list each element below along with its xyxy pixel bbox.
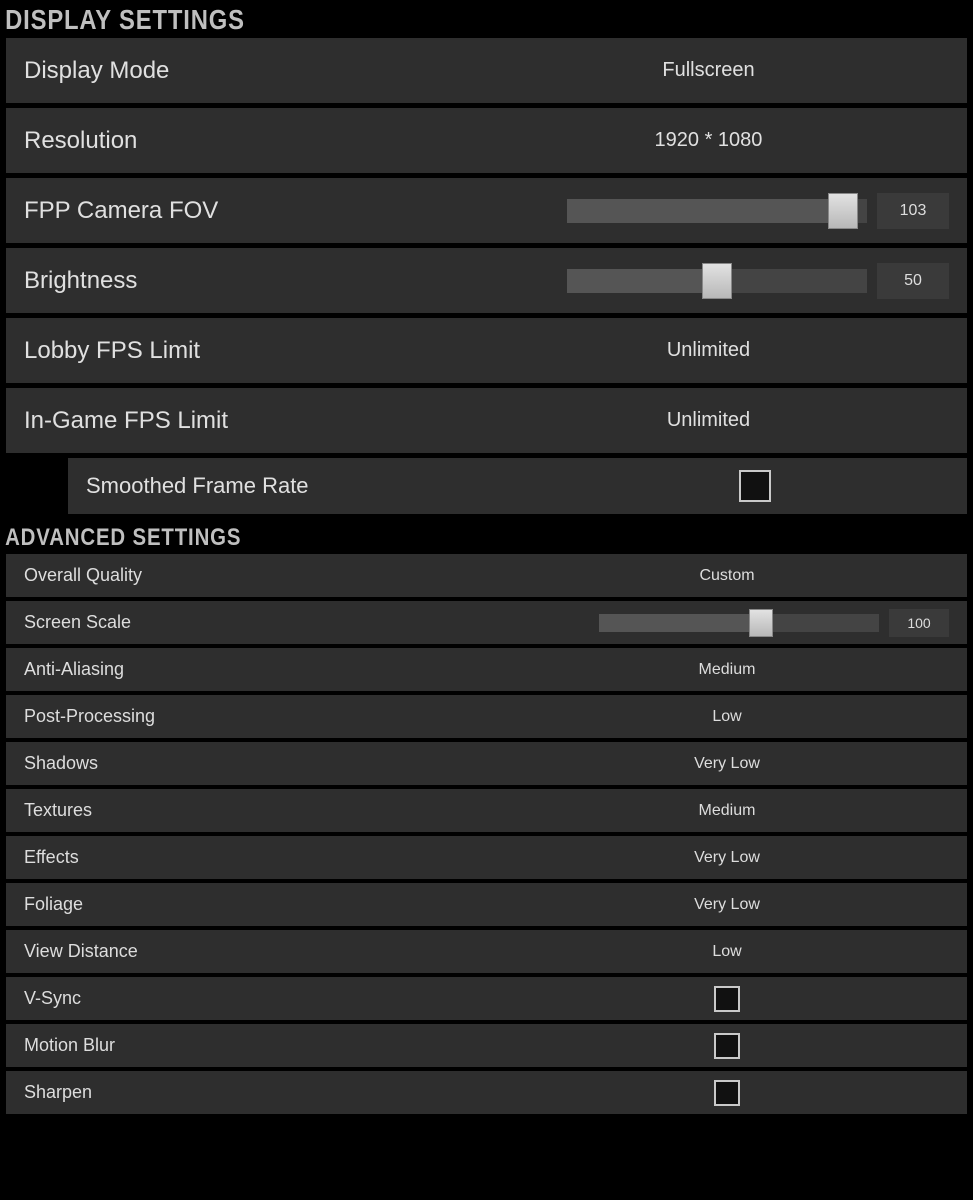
- foliage-label: Foliage: [24, 894, 505, 915]
- brightness-row: Brightness 50: [6, 248, 967, 314]
- fov-slider-thumb[interactable]: [828, 193, 858, 229]
- brightness-label: Brightness: [24, 267, 468, 295]
- post-processing-label: Post-Processing: [24, 706, 505, 727]
- textures-value: Medium: [699, 802, 756, 820]
- fov-value-box[interactable]: 103: [877, 193, 949, 229]
- advanced-settings-header: ADVANCED SETTINGS: [0, 518, 827, 554]
- vsync-label: V-Sync: [24, 988, 505, 1009]
- post-processing-row[interactable]: Post-Processing Low: [6, 695, 967, 739]
- effects-label: Effects: [24, 847, 505, 868]
- game-fps-label: In-Game FPS Limit: [24, 407, 468, 435]
- smoothed-frame-checkbox[interactable]: [739, 470, 771, 502]
- anti-aliasing-label: Anti-Aliasing: [24, 659, 505, 680]
- screen-scale-value-box[interactable]: 100: [889, 609, 949, 637]
- view-distance-value: Low: [712, 943, 741, 961]
- vsync-row[interactable]: V-Sync: [6, 977, 967, 1021]
- resolution-label: Resolution: [24, 127, 468, 155]
- screen-scale-row: Screen Scale 100: [6, 601, 967, 645]
- sharpen-label: Sharpen: [24, 1082, 505, 1103]
- foliage-row[interactable]: Foliage Very Low: [6, 883, 967, 927]
- screen-scale-label: Screen Scale: [24, 612, 505, 633]
- anti-aliasing-value: Medium: [699, 661, 756, 679]
- screen-scale-slider-fill: [599, 614, 761, 632]
- game-fps-value: Unlimited: [667, 409, 750, 432]
- fov-row: FPP Camera FOV 103: [6, 178, 967, 244]
- smoothed-frame-row[interactable]: Smoothed Frame Rate: [68, 458, 967, 514]
- brightness-value-box[interactable]: 50: [877, 263, 949, 299]
- brightness-slider[interactable]: [567, 269, 867, 293]
- foliage-value: Very Low: [694, 896, 760, 914]
- game-fps-row[interactable]: In-Game FPS Limit Unlimited: [6, 388, 967, 454]
- overall-quality-row[interactable]: Overall Quality Custom: [6, 554, 967, 598]
- lobby-fps-row[interactable]: Lobby FPS Limit Unlimited: [6, 318, 967, 384]
- fov-slider-fill: [567, 199, 843, 223]
- smoothed-frame-label: Smoothed Frame Rate: [86, 473, 561, 499]
- display-mode-value: Fullscreen: [662, 59, 754, 82]
- display-mode-row[interactable]: Display Mode Fullscreen: [6, 38, 967, 104]
- textures-row[interactable]: Textures Medium: [6, 789, 967, 833]
- display-settings-header: DISPLAY SETTINGS: [0, 0, 827, 38]
- motion-blur-checkbox[interactable]: [714, 1033, 740, 1059]
- overall-quality-label: Overall Quality: [24, 565, 505, 586]
- post-processing-value: Low: [712, 708, 741, 726]
- display-mode-label: Display Mode: [24, 57, 468, 85]
- lobby-fps-value: Unlimited: [667, 339, 750, 362]
- overall-quality-value: Custom: [699, 567, 754, 585]
- shadows-value: Very Low: [694, 755, 760, 773]
- brightness-slider-thumb[interactable]: [702, 263, 732, 299]
- lobby-fps-label: Lobby FPS Limit: [24, 337, 468, 365]
- sharpen-checkbox[interactable]: [714, 1080, 740, 1106]
- brightness-slider-fill: [567, 269, 717, 293]
- effects-value: Very Low: [694, 849, 760, 867]
- motion-blur-row[interactable]: Motion Blur: [6, 1024, 967, 1068]
- shadows-label: Shadows: [24, 753, 505, 774]
- fov-label: FPP Camera FOV: [24, 197, 468, 225]
- screen-scale-slider-thumb[interactable]: [749, 609, 773, 637]
- textures-label: Textures: [24, 800, 505, 821]
- screen-scale-slider[interactable]: [599, 614, 879, 632]
- resolution-row[interactable]: Resolution 1920 * 1080: [6, 108, 967, 174]
- view-distance-label: View Distance: [24, 941, 505, 962]
- view-distance-row[interactable]: View Distance Low: [6, 930, 967, 974]
- effects-row[interactable]: Effects Very Low: [6, 836, 967, 880]
- shadows-row[interactable]: Shadows Very Low: [6, 742, 967, 786]
- motion-blur-label: Motion Blur: [24, 1035, 505, 1056]
- sharpen-row[interactable]: Sharpen: [6, 1071, 967, 1115]
- anti-aliasing-row[interactable]: Anti-Aliasing Medium: [6, 648, 967, 692]
- vsync-checkbox[interactable]: [714, 986, 740, 1012]
- resolution-value: 1920 * 1080: [655, 129, 763, 152]
- fov-slider[interactable]: [567, 199, 867, 223]
